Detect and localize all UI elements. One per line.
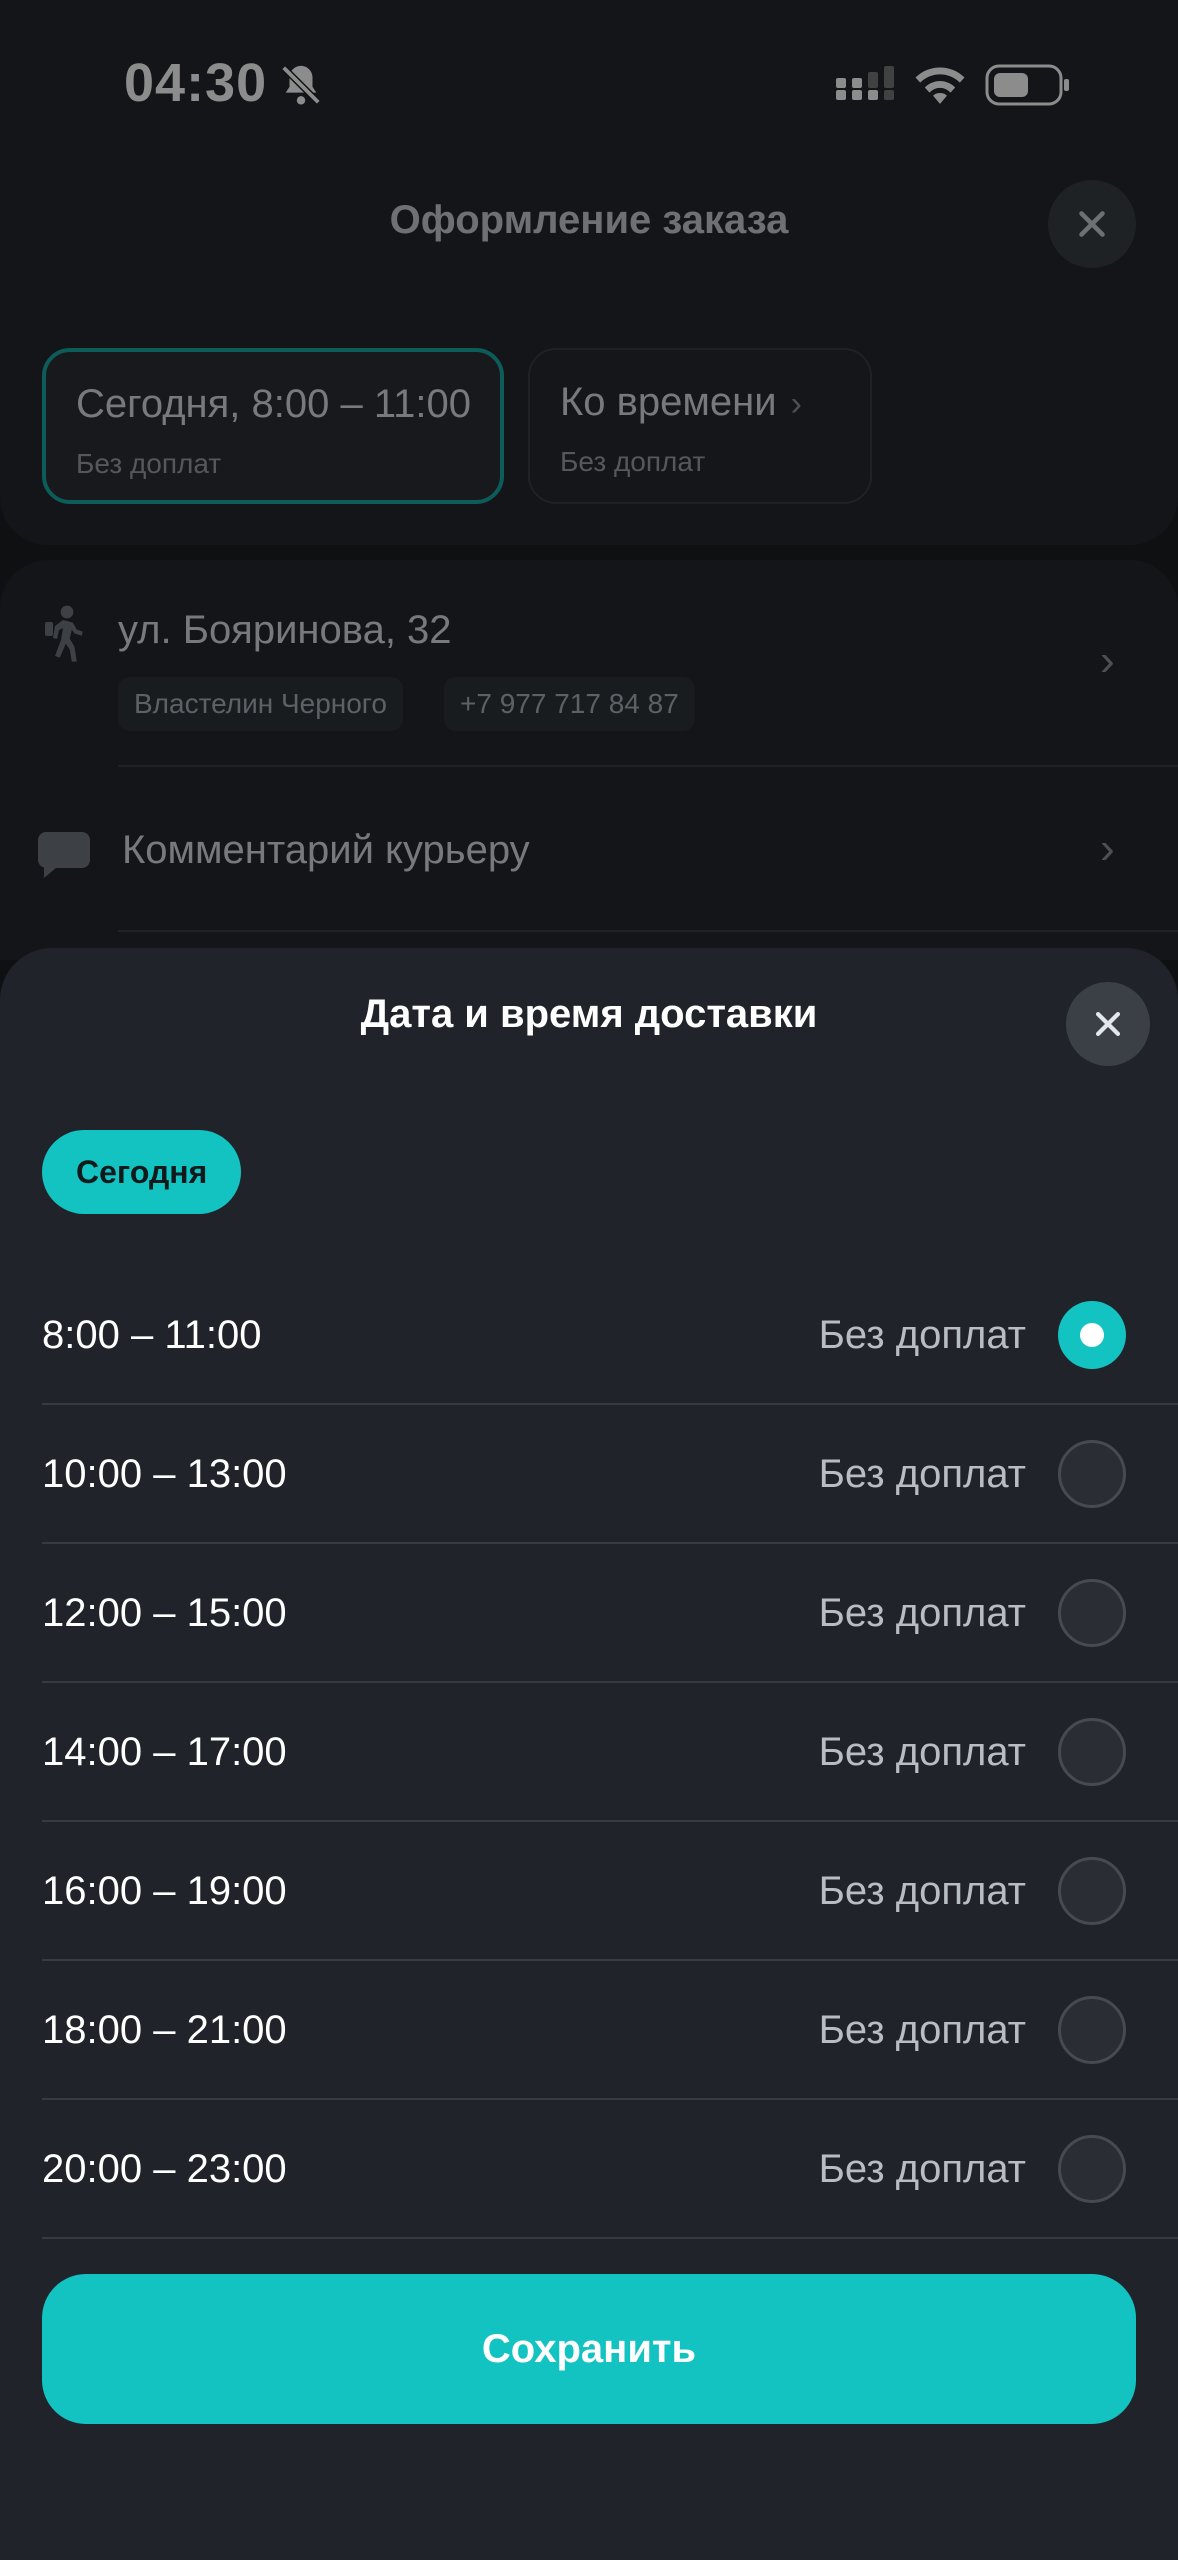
close-icon: [1095, 1011, 1121, 1037]
time-slot-list: 8:00 – 11:00 Без доплат 10:00 – 13:00 Бе…: [0, 1266, 1178, 2239]
slot-price: Без доплат: [818, 2008, 1026, 2052]
time-slot-row[interactable]: 8:00 – 11:00 Без доплат: [0, 1266, 1178, 1405]
slot-price: Без доплат: [818, 1730, 1026, 1774]
save-button[interactable]: Сохранить: [42, 2274, 1136, 2424]
time-slot-row[interactable]: 10:00 – 13:00 Без доплат: [0, 1405, 1178, 1544]
radio-unselected[interactable]: [1058, 1857, 1126, 1925]
time-slot-row[interactable]: 20:00 – 23:00 Без доплат: [0, 2100, 1178, 2239]
slot-time: 20:00 – 23:00: [42, 2147, 287, 2191]
slot-price: Без доплат: [818, 1591, 1026, 1635]
radio-selected[interactable]: [1058, 1301, 1126, 1369]
sheet-title: Дата и время доставки: [360, 992, 818, 1036]
slot-price: Без доплат: [818, 2147, 1026, 2191]
radio-unselected[interactable]: [1058, 1579, 1126, 1647]
time-slot-row[interactable]: 16:00 – 19:00 Без доплат: [0, 1822, 1178, 1961]
slot-time: 12:00 – 15:00: [42, 1591, 287, 1635]
slot-time: 18:00 – 21:00: [42, 2008, 287, 2052]
time-slot-row[interactable]: 14:00 – 17:00 Без доплат: [0, 1683, 1178, 1822]
radio-unselected[interactable]: [1058, 1718, 1126, 1786]
delivery-time-sheet: Дата и время доставки Сегодня 8:00 – 11:…: [0, 948, 1178, 2560]
slot-time: 14:00 – 17:00: [42, 1730, 287, 1774]
slot-time: 8:00 – 11:00: [42, 1313, 262, 1357]
slot-price: Без доплат: [818, 1869, 1026, 1913]
day-chip-today[interactable]: Сегодня: [42, 1130, 242, 1214]
time-slot-row[interactable]: 12:00 – 15:00 Без доплат: [0, 1544, 1178, 1683]
divider: [42, 2237, 1178, 2239]
sheet-close-button[interactable]: [1066, 982, 1150, 1066]
slot-time: 16:00 – 19:00: [42, 1869, 287, 1913]
radio-unselected[interactable]: [1058, 1996, 1126, 2064]
slot-price: Без доплат: [818, 1313, 1026, 1357]
time-slot-row[interactable]: 18:00 – 21:00 Без доплат: [0, 1961, 1178, 2100]
radio-unselected[interactable]: [1058, 1440, 1126, 1508]
radio-unselected[interactable]: [1058, 2135, 1126, 2203]
slot-time: 10:00 – 13:00: [42, 1452, 287, 1496]
slot-price: Без доплат: [818, 1452, 1026, 1496]
